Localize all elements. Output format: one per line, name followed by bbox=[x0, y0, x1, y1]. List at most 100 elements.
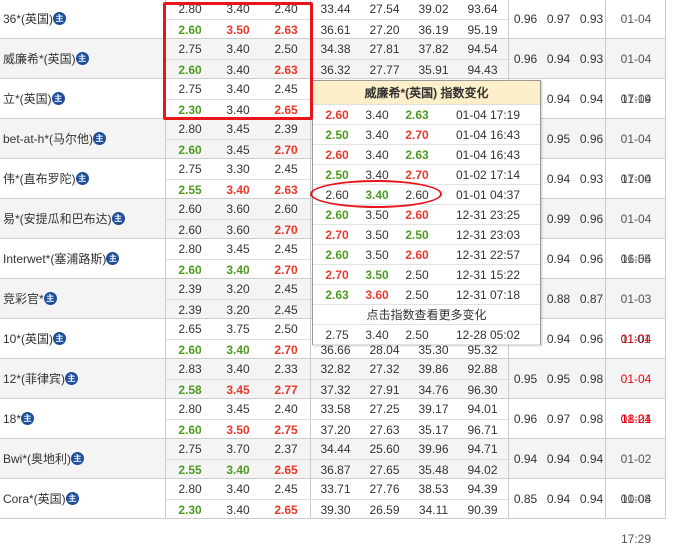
odds-value[interactable]: 2.30 bbox=[166, 500, 214, 520]
company-name[interactable]: 18* 主 bbox=[0, 399, 165, 439]
odds-value[interactable]: 3.45 bbox=[214, 399, 262, 419]
odds-value[interactable]: 2.45 bbox=[262, 279, 310, 299]
odds-value[interactable]: 2.60 bbox=[166, 140, 214, 160]
odds-value[interactable]: 2.45 bbox=[262, 239, 310, 259]
odds-value[interactable]: 3.40 bbox=[214, 0, 262, 19]
odds-value[interactable]: 3.40 bbox=[214, 460, 262, 480]
popup-row[interactable]: 2.60 3.50 2.60 12-31 22:57 bbox=[313, 245, 540, 265]
popup-row[interactable]: 2.50 3.40 2.70 01-04 16:43 bbox=[313, 125, 540, 145]
odds-value[interactable]: 2.55 bbox=[166, 180, 214, 200]
company-name[interactable]: 立*(英国) 主 bbox=[0, 79, 165, 119]
company-name[interactable]: bet-at-h*(马尔他) 主 bbox=[0, 119, 165, 159]
odds-value[interactable]: 2.60 bbox=[166, 220, 214, 240]
more-changes-link[interactable]: 点击指数查看更多变化 bbox=[313, 305, 540, 325]
odds-value[interactable]: 2.65 bbox=[262, 100, 310, 120]
odds-value[interactable]: 2.80 bbox=[166, 119, 214, 139]
odds-value[interactable]: 2.80 bbox=[166, 0, 214, 19]
popup-row[interactable]: 2.60 3.50 2.60 12-31 23:25 bbox=[313, 205, 540, 225]
odds-value[interactable]: 2.83 bbox=[166, 359, 214, 379]
odds-value[interactable]: 2.75 bbox=[262, 420, 310, 440]
odds-value[interactable]: 3.45 bbox=[214, 380, 262, 400]
odds-value[interactable]: 2.60 bbox=[166, 420, 214, 440]
popup-row[interactable]: 2.63 3.60 2.50 12-31 07:18 bbox=[313, 285, 540, 305]
odds-value[interactable]: 2.40 bbox=[262, 0, 310, 19]
odds-value[interactable]: 3.20 bbox=[214, 279, 262, 299]
odds-value[interactable]: 2.70 bbox=[262, 140, 310, 160]
odds-value[interactable]: 2.65 bbox=[166, 319, 214, 339]
odds-value[interactable]: 3.45 bbox=[214, 239, 262, 259]
odds-value[interactable]: 2.58 bbox=[166, 380, 214, 400]
odds-value[interactable]: 3.30 bbox=[214, 159, 262, 179]
odds-value[interactable]: 2.75 bbox=[166, 39, 214, 59]
odds-value[interactable]: 3.40 bbox=[214, 500, 262, 520]
odds-value[interactable]: 2.45 bbox=[262, 79, 310, 99]
odds-value[interactable]: 2.70 bbox=[262, 260, 310, 280]
popup-row[interactable]: 2.60 3.40 2.60 01-01 04:37 bbox=[313, 185, 540, 205]
odds-value[interactable]: 3.60 bbox=[214, 220, 262, 240]
popup-row[interactable]: 2.50 3.40 2.70 01-02 17:14 bbox=[313, 165, 540, 185]
odds-value[interactable]: 2.65 bbox=[262, 460, 310, 480]
odds-value[interactable]: 2.50 bbox=[262, 319, 310, 339]
odds-value[interactable]: 2.60 bbox=[166, 260, 214, 280]
odds-value[interactable]: 3.75 bbox=[214, 319, 262, 339]
company-name[interactable]: 竞彩官* 主 bbox=[0, 279, 165, 319]
odds-value[interactable]: 2.60 bbox=[166, 199, 214, 219]
company-name[interactable]: Cora*(英国) 主 bbox=[0, 479, 165, 519]
company-name[interactable]: Interwet*(塞浦路斯) 主 bbox=[0, 239, 165, 279]
odds-value[interactable]: 2.37 bbox=[262, 439, 310, 459]
company-name[interactable]: 36*(英国) 主 bbox=[0, 0, 165, 39]
odds-value[interactable]: 3.40 bbox=[214, 79, 262, 99]
odds-value[interactable]: 2.70 bbox=[262, 220, 310, 240]
odds-value[interactable]: 2.75 bbox=[166, 439, 214, 459]
company-name[interactable]: Bwi*(奥地利) 主 bbox=[0, 439, 165, 479]
odds-value[interactable]: 2.60 bbox=[166, 60, 214, 80]
odds-value[interactable]: 2.39 bbox=[262, 119, 310, 139]
company-name[interactable]: 12*(菲律宾) 主 bbox=[0, 359, 165, 399]
odds-value[interactable]: 2.55 bbox=[166, 460, 214, 480]
odds-value[interactable]: 3.50 bbox=[214, 420, 262, 440]
odds-value[interactable]: 2.75 bbox=[166, 159, 214, 179]
odds-value[interactable]: 2.77 bbox=[262, 380, 310, 400]
odds-value[interactable]: 2.45 bbox=[262, 159, 310, 179]
odds-value[interactable]: 2.60 bbox=[262, 199, 310, 219]
odds-value[interactable]: 3.60 bbox=[214, 199, 262, 219]
company-name[interactable]: 10*(英国) 主 bbox=[0, 319, 165, 359]
popup-row[interactable]: 2.70 3.50 2.50 12-31 15:22 bbox=[313, 265, 540, 285]
odds-value[interactable]: 3.40 bbox=[214, 180, 262, 200]
odds-value[interactable]: 2.39 bbox=[166, 279, 214, 299]
odds-value[interactable]: 2.45 bbox=[262, 300, 310, 320]
odds-value[interactable]: 2.80 bbox=[166, 239, 214, 259]
odds-value[interactable]: 3.50 bbox=[214, 20, 262, 40]
odds-value[interactable]: 3.40 bbox=[214, 39, 262, 59]
odds-value[interactable]: 2.39 bbox=[166, 300, 214, 320]
odds-value[interactable]: 3.20 bbox=[214, 300, 262, 320]
odds-value[interactable]: 3.70 bbox=[214, 439, 262, 459]
odds-value[interactable]: 3.45 bbox=[214, 119, 262, 139]
odds-value[interactable]: 2.65 bbox=[262, 500, 310, 520]
odds-value[interactable]: 2.45 bbox=[262, 479, 310, 499]
odds-value[interactable]: 2.60 bbox=[166, 20, 214, 40]
popup-row[interactable]: 2.75 3.40 2.50 12-28 05:02 bbox=[313, 325, 540, 345]
odds-value[interactable]: 2.30 bbox=[166, 100, 214, 120]
company-name[interactable]: 威廉希*(英国) 主 bbox=[0, 39, 165, 79]
odds-value[interactable]: 2.63 bbox=[262, 60, 310, 80]
odds-value[interactable]: 3.40 bbox=[214, 260, 262, 280]
popup-row[interactable]: 2.70 3.50 2.50 12-31 23:03 bbox=[313, 225, 540, 245]
odds-value[interactable]: 2.80 bbox=[166, 399, 214, 419]
odds-value[interactable]: 2.80 bbox=[166, 479, 214, 499]
odds-value[interactable]: 3.40 bbox=[214, 100, 262, 120]
odds-value[interactable]: 3.40 bbox=[214, 359, 262, 379]
odds-value[interactable]: 2.40 bbox=[262, 399, 310, 419]
popup-row[interactable]: 2.60 3.40 2.63 01-04 16:43 bbox=[313, 145, 540, 165]
odds-value[interactable]: 2.63 bbox=[262, 20, 310, 40]
company-name[interactable]: 易*(安提瓜和巴布达) 主 bbox=[0, 199, 165, 239]
odds-value[interactable]: 3.40 bbox=[214, 60, 262, 80]
odds-value[interactable]: 2.60 bbox=[166, 340, 214, 360]
odds-value[interactable]: 2.70 bbox=[262, 340, 310, 360]
company-name[interactable]: 伟*(直布罗陀) 主 bbox=[0, 159, 165, 199]
popup-row[interactable]: 2.60 3.40 2.63 01-04 17:19 bbox=[313, 105, 540, 125]
odds-value[interactable]: 2.33 bbox=[262, 359, 310, 379]
odds-value[interactable]: 3.40 bbox=[214, 479, 262, 499]
odds-value[interactable]: 3.45 bbox=[214, 140, 262, 160]
odds-value[interactable]: 2.50 bbox=[262, 39, 310, 59]
